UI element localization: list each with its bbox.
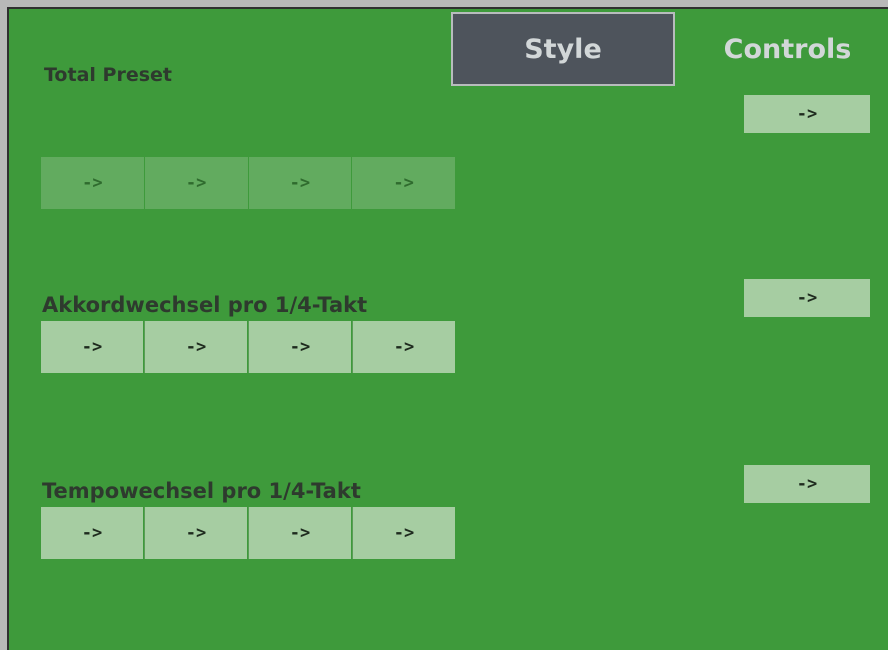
akkordwechsel-button-2[interactable]: -> xyxy=(144,321,247,373)
tab-controls[interactable]: Controls xyxy=(685,12,888,86)
tab-style[interactable]: Style xyxy=(451,12,675,86)
total-preset-button-4[interactable]: -> xyxy=(352,157,455,209)
akkordwechsel-button-row: -> -> -> -> xyxy=(41,321,455,373)
total-preset-button-row: -> -> -> -> xyxy=(41,157,455,209)
side-button-3[interactable]: -> xyxy=(744,465,870,503)
side-button-2[interactable]: -> xyxy=(744,279,870,317)
total-preset-label: Total Preset xyxy=(44,64,172,86)
akkordwechsel-button-3[interactable]: -> xyxy=(248,321,351,373)
akkordwechsel-label: Akkordwechsel pro 1/4-Takt xyxy=(42,293,368,317)
akkordwechsel-button-1[interactable]: -> xyxy=(41,321,143,373)
total-preset-button-1[interactable]: -> xyxy=(41,157,144,209)
tempowechsel-button-1[interactable]: -> xyxy=(41,507,143,559)
tempowechsel-button-4[interactable]: -> xyxy=(352,507,455,559)
main-panel: Style Controls Total Preset -> -> -> -> … xyxy=(7,7,888,650)
window-frame: Style Controls Total Preset -> -> -> -> … xyxy=(0,0,888,650)
total-preset-button-3[interactable]: -> xyxy=(248,157,352,209)
tempowechsel-label: Tempowechsel pro 1/4-Takt xyxy=(42,479,361,503)
total-preset-button-2[interactable]: -> xyxy=(144,157,248,209)
tempowechsel-button-3[interactable]: -> xyxy=(248,507,351,559)
tempowechsel-button-row: -> -> -> -> xyxy=(41,507,455,559)
akkordwechsel-button-4[interactable]: -> xyxy=(352,321,455,373)
tempowechsel-button-2[interactable]: -> xyxy=(144,507,247,559)
side-button-1[interactable]: -> xyxy=(744,95,870,133)
